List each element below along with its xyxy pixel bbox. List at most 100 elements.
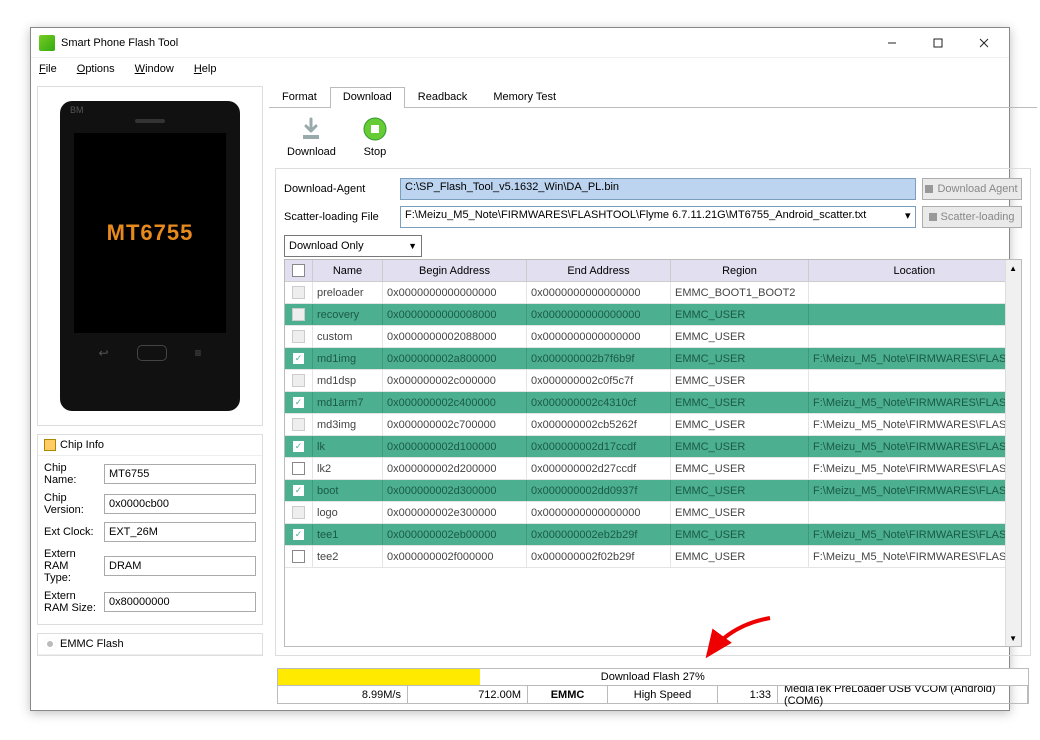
download-button[interactable]: Download: [287, 114, 336, 158]
col-begin[interactable]: Begin Address: [383, 260, 527, 281]
row-begin: 0x000000002c400000: [383, 392, 527, 413]
col-region[interactable]: Region: [671, 260, 809, 281]
table-row[interactable]: md3img0x000000002c7000000x000000002cb526…: [285, 414, 1021, 436]
phone-preview: BM MT6755 ↩≡: [37, 86, 263, 426]
select-all-checkbox[interactable]: [292, 264, 305, 277]
status-bar: 8.99M/s 712.00M EMMC High Speed 1:33 Med…: [277, 686, 1029, 704]
row-end: 0x0000000000000000: [527, 304, 671, 325]
row-end: 0x0000000000000000: [527, 326, 671, 347]
row-begin: 0x000000002f000000: [383, 546, 527, 567]
menu-options[interactable]: Options: [73, 61, 119, 77]
stop-button[interactable]: Stop: [360, 114, 390, 158]
table-row[interactable]: ✓ boot0x000000002d3000000x000000002dd0937…: [285, 480, 1021, 502]
menu-window[interactable]: Window: [131, 61, 178, 77]
table-row[interactable]: preloader0x00000000000000000x00000000000…: [285, 282, 1021, 304]
download-agent-label: Download-Agent: [284, 183, 394, 195]
row-checkbox[interactable]: ✓: [292, 550, 305, 563]
row-checkbox[interactable]: [292, 330, 305, 343]
row-name: md1img: [313, 348, 383, 369]
download-mode-select[interactable]: Download Only▼: [284, 235, 422, 257]
row-end: 0x000000002cb5262f: [527, 414, 671, 435]
table-row[interactable]: ✓lk0x000000002d1000000x000000002d17ccdfE…: [285, 436, 1021, 458]
tab-download[interactable]: Download: [330, 87, 405, 108]
row-checkbox[interactable]: ✓: [292, 528, 305, 541]
phone-brand: BM: [70, 105, 84, 115]
download-agent-button[interactable]: Download Agent: [922, 178, 1022, 200]
row-location: [809, 370, 1021, 391]
row-end: 0x000000002b7f6b9f: [527, 348, 671, 369]
table-row[interactable]: recovery0x00000000000080000x000000000000…: [285, 304, 1021, 326]
col-end[interactable]: End Address: [527, 260, 671, 281]
row-location: F:\Meizu_M5_Note\FIRMWARES\FLAS...: [809, 480, 1021, 501]
row-begin: 0x000000002c700000: [383, 414, 527, 435]
app-icon: [39, 35, 55, 51]
row-checkbox[interactable]: ✓: [292, 440, 305, 453]
chip-name-field[interactable]: [104, 464, 256, 484]
tab-memory-test[interactable]: Memory Test: [480, 87, 569, 108]
row-begin: 0x0000000002088000: [383, 326, 527, 347]
row-checkbox[interactable]: [292, 308, 305, 321]
row-name: tee2: [313, 546, 383, 567]
row-checkbox[interactable]: ✓: [292, 396, 305, 409]
status-device: MediaTek PreLoader USB VCOM (Android) (C…: [778, 686, 1028, 703]
row-end: 0x000000002d27ccdf: [527, 458, 671, 479]
chevron-down-icon[interactable]: ▾: [905, 209, 911, 225]
row-end: 0x000000002dd0937f: [527, 480, 671, 501]
row-begin: 0x000000002e300000: [383, 502, 527, 523]
row-checkbox[interactable]: ✓: [292, 462, 305, 475]
tab-readback[interactable]: Readback: [405, 87, 481, 108]
chip-icon: [44, 439, 56, 451]
ext-clock-field[interactable]: [104, 522, 256, 542]
chip-version-field[interactable]: [104, 494, 256, 514]
col-name[interactable]: Name: [313, 260, 383, 281]
row-name: lk2: [313, 458, 383, 479]
menu-help[interactable]: Help: [190, 61, 221, 77]
scatter-file-label: Scatter-loading File: [284, 211, 394, 223]
minimize-button[interactable]: [869, 28, 915, 58]
status-time: 1:33: [718, 686, 778, 703]
col-location[interactable]: Location: [809, 260, 1021, 281]
table-row[interactable]: ✓md1img0x000000002a8000000x000000002b7f6…: [285, 348, 1021, 370]
ram-type-field[interactable]: [104, 556, 256, 576]
row-location: F:\Meizu_M5_Note\FIRMWARES\FLAS...: [809, 458, 1021, 479]
table-row[interactable]: ✓tee20x000000002f0000000x000000002f02b29…: [285, 546, 1021, 568]
row-name: boot: [313, 480, 383, 501]
table-row[interactable]: ✓tee10x000000002eb000000x000000002eb2b29…: [285, 524, 1021, 546]
row-checkbox[interactable]: ✓: [292, 484, 305, 497]
row-location: F:\Meizu_M5_Note\FIRMWARES\FLAS...: [809, 546, 1021, 567]
row-region: EMMC_USER: [671, 304, 809, 325]
table-row[interactable]: custom0x00000000020880000x00000000000000…: [285, 326, 1021, 348]
table-row[interactable]: logo0x000000002e3000000x0000000000000000…: [285, 502, 1021, 524]
window-title: Smart Phone Flash Tool: [61, 37, 869, 49]
scatter-file-field[interactable]: F:\Meizu_M5_Note\FIRMWARES\FLASHTOOL\Fly…: [400, 206, 916, 228]
row-name: logo: [313, 502, 383, 523]
ram-size-field[interactable]: [104, 592, 256, 612]
row-checkbox[interactable]: [292, 374, 305, 387]
table-scrollbar[interactable]: ▲▼: [1005, 260, 1021, 646]
row-checkbox[interactable]: [292, 286, 305, 299]
menu-file[interactable]: File: [35, 61, 61, 77]
row-location: [809, 282, 1021, 303]
row-begin: 0x000000002eb00000: [383, 524, 527, 545]
row-name: lk: [313, 436, 383, 457]
download-agent-field[interactable]: C:\SP_Flash_Tool_v5.1632_Win\DA_PL.bin: [400, 178, 916, 200]
chevron-down-icon: ▼: [408, 241, 417, 251]
row-checkbox[interactable]: ✓: [292, 352, 305, 365]
table-row[interactable]: ✓lk20x000000002d2000000x000000002d27ccdf…: [285, 458, 1021, 480]
row-begin: 0x000000002d300000: [383, 480, 527, 501]
row-region: EMMC_USER: [671, 348, 809, 369]
table-row[interactable]: ✓md1arm70x000000002c4000000x000000002c43…: [285, 392, 1021, 414]
row-checkbox[interactable]: [292, 418, 305, 431]
close-button[interactable]: [961, 28, 1007, 58]
app-window: Smart Phone Flash Tool File Options Wind…: [30, 27, 1010, 711]
row-checkbox[interactable]: [292, 506, 305, 519]
table-row[interactable]: md1dsp0x000000002c0000000x000000002c0f5c…: [285, 370, 1021, 392]
progress-bar: Download Flash 27%: [277, 668, 1029, 686]
tab-format[interactable]: Format: [269, 87, 330, 108]
status-usb-mode: High Speed: [608, 686, 718, 703]
row-region: EMMC_USER: [671, 546, 809, 567]
row-region: EMMC_USER: [671, 480, 809, 501]
scatter-loading-button[interactable]: Scatter-loading: [922, 206, 1022, 228]
maximize-button[interactable]: [915, 28, 961, 58]
chip-version-label: Chip Version:: [44, 492, 98, 516]
